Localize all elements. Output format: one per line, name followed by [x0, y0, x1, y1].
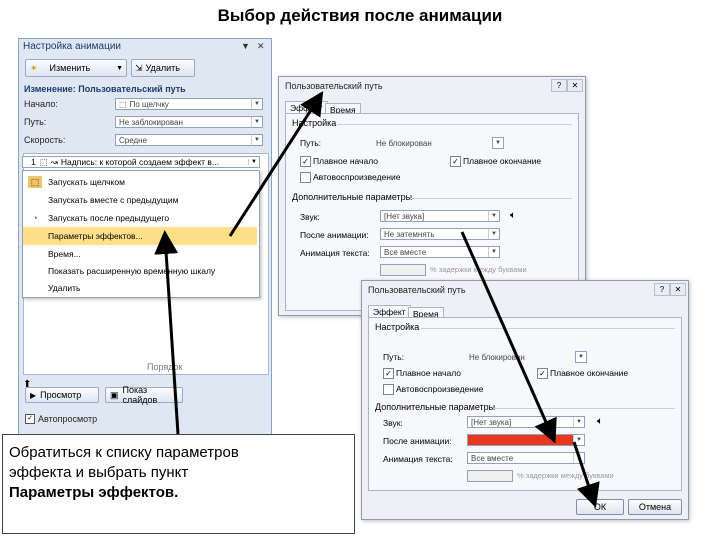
arrow-to-effect-options — [154, 230, 180, 435]
arrow-to-ok-button — [572, 441, 600, 508]
arrow-to-effect-dialog — [228, 90, 324, 237]
annotation-arrows — [154, 90, 600, 508]
arrow-to-after-animation — [460, 231, 557, 444]
